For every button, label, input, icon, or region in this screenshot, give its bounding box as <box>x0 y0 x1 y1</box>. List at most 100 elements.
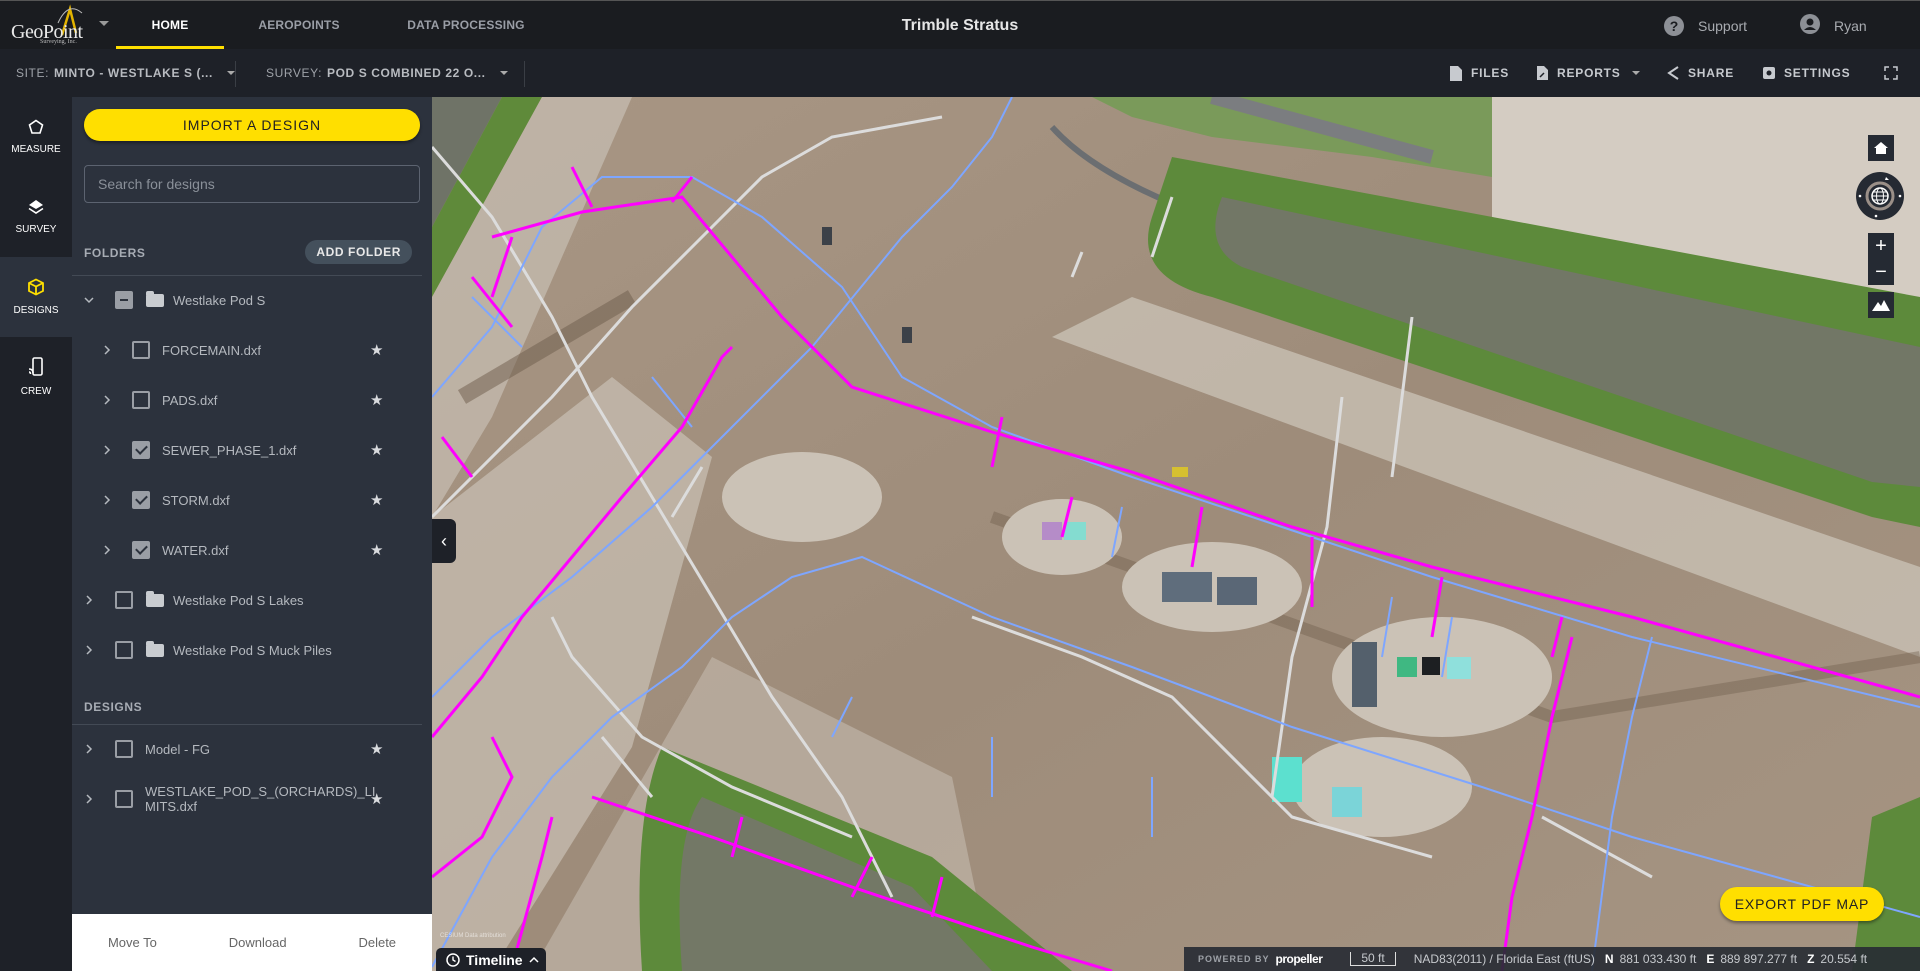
design-row[interactable]: PADS.dxf ★ <box>72 375 432 425</box>
star-icon[interactable]: ★ <box>370 790 383 808</box>
tab-aeropoints[interactable]: AEROPOINTS <box>240 1 358 50</box>
user-avatar-icon <box>1800 14 1820 37</box>
design-checkbox[interactable] <box>132 441 150 459</box>
star-icon[interactable]: ★ <box>370 441 383 459</box>
move-to-button[interactable]: Move To <box>108 935 157 950</box>
reports-button[interactable]: REPORTS <box>1537 49 1640 97</box>
fullscreen-button[interactable] <box>1884 49 1898 97</box>
star-icon[interactable]: ★ <box>370 341 383 359</box>
context-bar: SITE: MINTO - WESTLAKE S (... SURVEY: PO… <box>0 49 1920 97</box>
timeline-label: Timeline <box>466 951 523 968</box>
tab-data-processing[interactable]: DATA PROCESSING <box>398 1 534 50</box>
northing-label: N <box>1604 952 1614 966</box>
folder-checkbox[interactable] <box>115 291 133 309</box>
cesium-credit[interactable]: CESIUM Data attribution <box>440 933 506 939</box>
company-logo[interactable]: GeoPoint Surveying, Inc. <box>10 3 95 48</box>
export-pdf-map-button[interactable]: EXPORT PDF MAP <box>1720 887 1884 921</box>
design-checkbox[interactable] <box>132 491 150 509</box>
zoom-out-button[interactable]: − <box>1868 259 1894 285</box>
chevron-right-icon[interactable] <box>84 744 94 754</box>
site-selector[interactable]: SITE: MINTO - WESTLAKE S (... <box>16 49 235 97</box>
folder-row[interactable]: Westlake Pod S Lakes <box>72 575 432 625</box>
chevron-right-icon[interactable] <box>102 395 112 405</box>
vehicle <box>1172 467 1188 477</box>
chevron-right-icon[interactable] <box>84 645 94 655</box>
support-link[interactable]: ? Support <box>1664 1 1747 50</box>
settings-button[interactable]: SETTINGS <box>1763 49 1850 97</box>
delete-button[interactable]: Delete <box>358 935 396 950</box>
logo-subtitle: Surveying, Inc. <box>40 39 77 45</box>
cube-icon <box>27 278 45 299</box>
home-view-button[interactable] <box>1868 135 1894 161</box>
powered-by-label: POWERED BY <box>1198 954 1270 964</box>
folder-row[interactable]: Westlake Pod S <box>72 275 432 325</box>
design-name: WESTLAKE_POD_S_(ORCHARDS)_LI MITS.dxf <box>145 784 375 814</box>
design-row[interactable]: SEWER_PHASE_1.dxf ★ <box>72 425 432 475</box>
tool-rail: MEASURE SURVEY DESIGNS CREW <box>0 97 72 971</box>
file-icon <box>1450 65 1462 81</box>
folder-icon <box>146 290 164 307</box>
design-name: STORM.dxf <box>162 492 230 508</box>
design-row[interactable]: STORM.dxf ★ <box>72 475 432 525</box>
design-row[interactable]: WATER.dxf ★ <box>72 525 432 575</box>
star-icon[interactable]: ★ <box>370 491 383 509</box>
folder-checkbox[interactable] <box>115 591 133 609</box>
rail-item-measure[interactable]: MEASURE <box>0 97 72 177</box>
design-checkbox[interactable] <box>132 541 150 559</box>
home-icon <box>1874 142 1888 154</box>
chevron-down-icon[interactable] <box>84 295 94 305</box>
folders-heading: FOLDERS <box>84 246 146 260</box>
minus-icon: − <box>1875 260 1887 283</box>
design-name: PADS.dxf <box>162 392 218 408</box>
star-icon[interactable]: ★ <box>370 391 383 409</box>
rail-item-designs[interactable]: DESIGNS <box>0 257 72 337</box>
elevation-value: 20.554 ft <box>1820 952 1868 966</box>
map-status-bar: POWERED BY propeller 50 ft NAD83(2011) /… <box>1184 947 1920 971</box>
chevron-left-icon: ‹ <box>441 531 447 551</box>
design-row[interactable]: WESTLAKE_POD_S_(ORCHARDS)_LI MITS.dxf ★ <box>72 774 432 824</box>
design-search-input[interactable] <box>84 165 420 203</box>
design-checkbox[interactable] <box>115 790 133 808</box>
navigation-compass[interactable] <box>1856 172 1904 220</box>
device-signal-icon <box>28 357 44 380</box>
northing-value: 881 033.430 ft <box>1619 952 1697 966</box>
terrain-button[interactable] <box>1868 292 1894 318</box>
fullscreen-icon <box>1884 66 1898 80</box>
chevron-right-icon[interactable] <box>102 495 112 505</box>
share-button[interactable]: SHARE <box>1667 49 1734 97</box>
design-checkbox[interactable] <box>132 391 150 409</box>
map-viewport[interactable]: CESIUM Data attribution ‹ + − EXPORT PDF… <box>432 97 1920 971</box>
timeline-toggle[interactable]: Timeline <box>436 948 546 971</box>
add-folder-button[interactable]: ADD FOLDER <box>305 240 412 264</box>
files-button[interactable]: FILES <box>1450 49 1509 97</box>
user-menu[interactable]: Ryan <box>1800 1 1867 50</box>
elevation-label: Z <box>1807 952 1815 966</box>
rail-item-survey[interactable]: SURVEY <box>0 177 72 257</box>
chevron-right-icon[interactable] <box>102 545 112 555</box>
chevron-right-icon[interactable] <box>102 345 112 355</box>
folder-row[interactable]: Westlake Pod S Muck Piles <box>72 625 432 675</box>
tab-home[interactable]: HOME <box>116 1 224 50</box>
rail-item-crew[interactable]: CREW <box>0 337 72 417</box>
design-row[interactable]: FORCEMAIN.dxf ★ <box>72 325 432 375</box>
folder-checkbox[interactable] <box>115 641 133 659</box>
rail-label: DESIGNS <box>13 305 59 316</box>
org-switcher-chevron-icon[interactable] <box>99 21 109 26</box>
chevron-right-icon[interactable] <box>84 595 94 605</box>
design-checkbox[interactable] <box>132 341 150 359</box>
design-row[interactable]: Model - FG ★ <box>72 724 432 774</box>
selection-actions-bar: Move To Download Delete <box>72 914 432 971</box>
survey-key: SURVEY: <box>266 66 323 80</box>
reports-label: REPORTS <box>1557 66 1621 80</box>
rail-label: MEASURE <box>11 144 61 155</box>
star-icon[interactable]: ★ <box>370 740 383 758</box>
import-design-button[interactable]: IMPORT A DESIGN <box>84 109 420 141</box>
download-button[interactable]: Download <box>229 935 287 950</box>
chevron-right-icon[interactable] <box>84 794 94 804</box>
zoom-in-button[interactable]: + <box>1868 233 1894 259</box>
survey-selector[interactable]: SURVEY: POD S COMBINED 22 O... <box>266 49 508 97</box>
collapse-panel-button[interactable]: ‹ <box>432 519 456 563</box>
chevron-right-icon[interactable] <box>102 445 112 455</box>
star-icon[interactable]: ★ <box>370 541 383 559</box>
design-checkbox[interactable] <box>115 740 133 758</box>
